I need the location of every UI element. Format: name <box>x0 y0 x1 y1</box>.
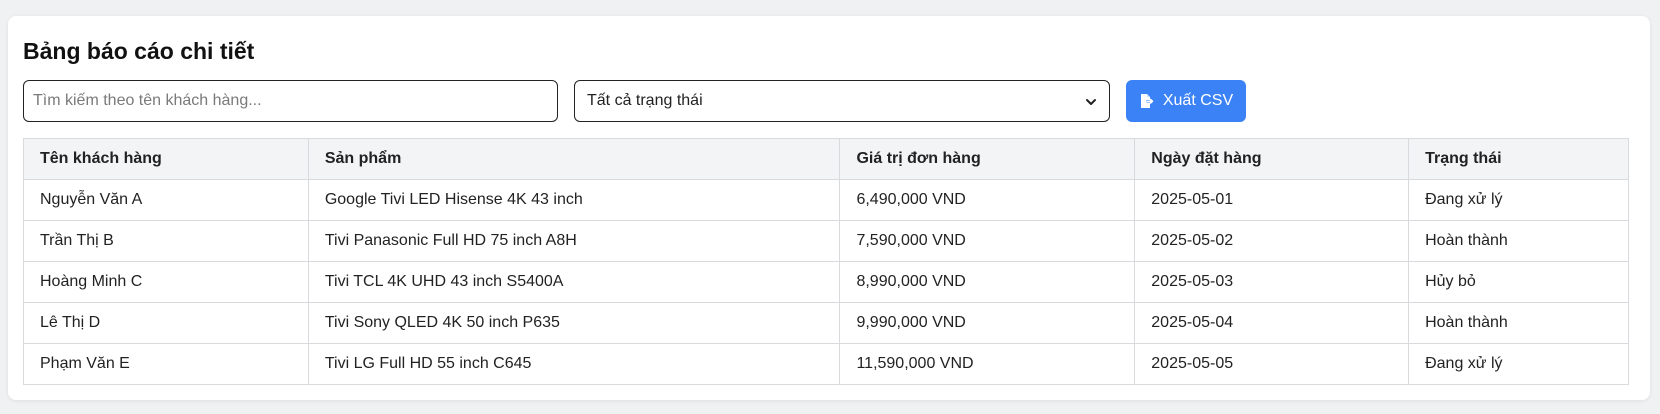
cell-customer-name: Lê Thị D <box>23 302 309 344</box>
status-filter-value: Tất cả trạng thái <box>587 92 703 109</box>
cell-order-date: 2025-05-03 <box>1134 261 1410 303</box>
cell-order-value: 9,990,000 VND <box>839 302 1136 344</box>
toolbar: Tất cả trạng thái Xuất CSV <box>23 80 1635 122</box>
cell-order-value: 6,490,000 VND <box>839 179 1136 221</box>
cell-status: Hoàn thành <box>1408 220 1629 262</box>
cell-order-date: 2025-05-05 <box>1134 343 1410 385</box>
cell-customer-name: Hoàng Minh C <box>23 261 309 303</box>
cell-product: Tivi Sony QLED 4K 50 inch P635 <box>307 302 841 344</box>
cell-product: Tivi Panasonic Full HD 75 inch A8H <box>307 220 841 262</box>
export-csv-label: Xuất CSV <box>1162 92 1234 109</box>
cell-order-date: 2025-05-02 <box>1134 220 1410 262</box>
chevron-down-icon <box>1085 95 1097 107</box>
header-status[interactable]: Trạng thái <box>1408 138 1629 180</box>
table-row: Lê Thị D Tivi Sony QLED 4K 50 inch P635 … <box>23 302 1629 344</box>
header-product[interactable]: Sản phẩm <box>307 138 841 180</box>
header-order-date[interactable]: Ngày đặt hàng <box>1134 138 1410 180</box>
file-export-icon <box>1139 93 1155 109</box>
cell-product: Google Tivi LED Hisense 4K 43 inch <box>307 179 841 221</box>
cell-customer-name: Nguyễn Văn A <box>23 179 309 221</box>
cell-status: Hoàn thành <box>1408 302 1629 344</box>
table-row: Nguyễn Văn A Google Tivi LED Hisense 4K … <box>23 179 1629 221</box>
table-row: Hoàng Minh C Tivi TCL 4K UHD 43 inch S54… <box>23 261 1629 303</box>
export-csv-button[interactable]: Xuất CSV <box>1126 80 1246 122</box>
status-filter-select[interactable]: Tất cả trạng thái <box>574 80 1110 122</box>
cell-customer-name: Phạm Văn E <box>23 343 309 385</box>
cell-customer-name: Trần Thị B <box>23 220 309 262</box>
cell-order-value: 7,590,000 VND <box>839 220 1136 262</box>
cell-status: Đang xử lý <box>1408 179 1629 221</box>
cell-order-date: 2025-05-01 <box>1134 179 1410 221</box>
table-row: Trần Thị B Tivi Panasonic Full HD 75 inc… <box>23 220 1629 262</box>
header-order-value[interactable]: Giá trị đơn hàng <box>839 138 1136 180</box>
cell-order-value: 11,590,000 VND <box>839 343 1136 385</box>
cell-status: Đang xử lý <box>1408 343 1629 385</box>
header-customer-name[interactable]: Tên khách hàng <box>23 138 309 180</box>
cell-product: Tivi LG Full HD 55 inch C645 <box>307 343 841 385</box>
report-card: Bảng báo cáo chi tiết Tất cả trạng thái … <box>8 16 1650 400</box>
search-input[interactable] <box>23 80 558 122</box>
table-header-row: Tên khách hàng Sản phẩm Giá trị đơn hàng… <box>23 138 1629 180</box>
cell-status: Hủy bỏ <box>1408 261 1629 303</box>
page-title: Bảng báo cáo chi tiết <box>23 38 255 64</box>
cell-order-date: 2025-05-04 <box>1134 302 1410 344</box>
table-row: Phạm Văn E Tivi LG Full HD 55 inch C645 … <box>23 343 1629 385</box>
report-table: Tên khách hàng Sản phẩm Giá trị đơn hàng… <box>23 138 1629 385</box>
cell-product: Tivi TCL 4K UHD 43 inch S5400A <box>307 261 841 303</box>
cell-order-value: 8,990,000 VND <box>839 261 1136 303</box>
